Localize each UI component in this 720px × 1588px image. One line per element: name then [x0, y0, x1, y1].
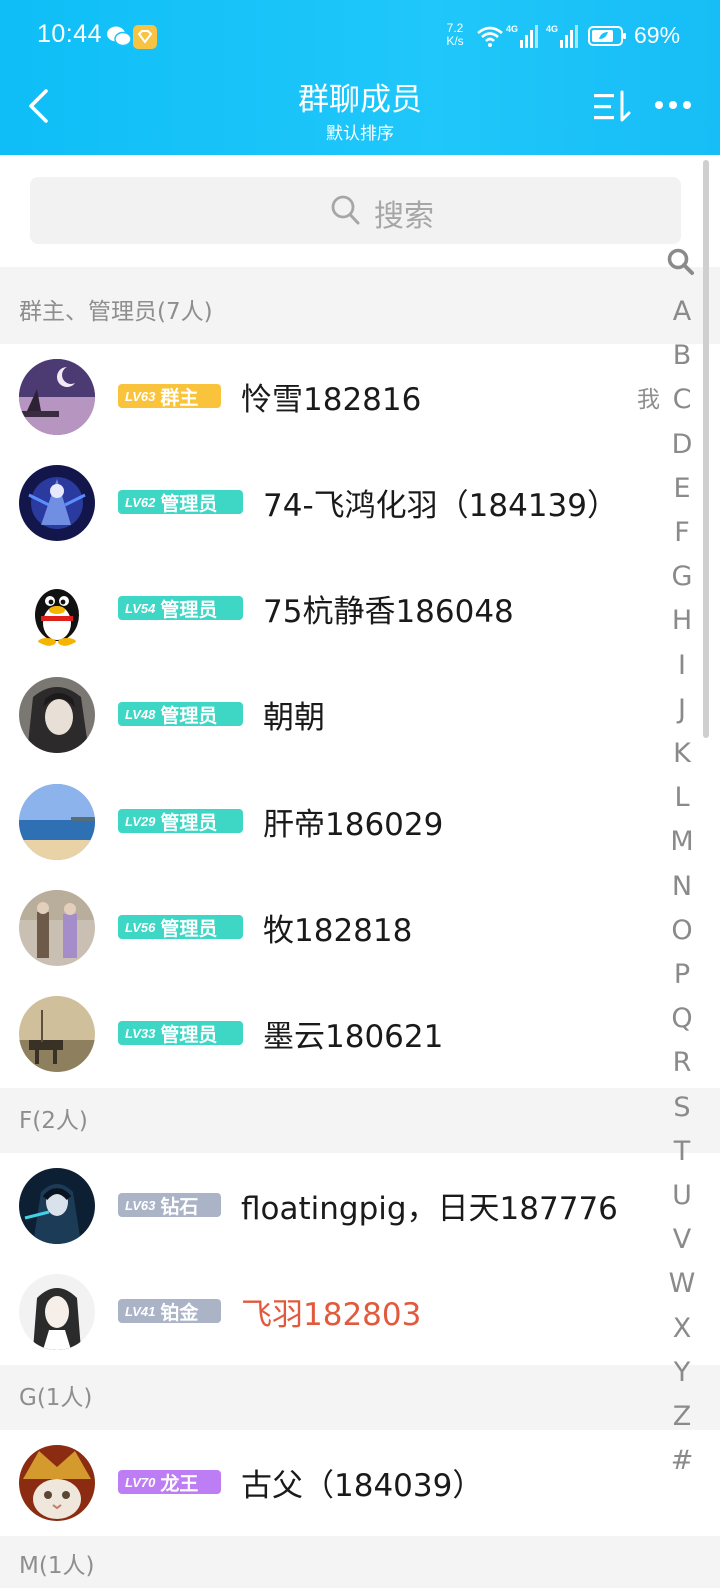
- index-letter[interactable]: Z: [660, 1401, 704, 1432]
- index-letter[interactable]: D: [660, 429, 704, 460]
- notification-app-icon: [133, 25, 157, 49]
- index-letter[interactable]: #: [660, 1445, 704, 1476]
- index-letter[interactable]: F: [660, 517, 704, 548]
- member-name: floatingpig，日天187776: [241, 1191, 618, 1227]
- member-name: 怜雪182816: [241, 382, 422, 418]
- search-icon: [331, 195, 360, 225]
- index-letter[interactable]: Q: [660, 1003, 704, 1034]
- search-input[interactable]: 搜索: [30, 177, 681, 244]
- battery-percentage: 69%: [634, 22, 681, 48]
- section-header-f: F(2人): [0, 1088, 720, 1153]
- member-row[interactable]: LV41 铂金 飞羽182803: [0, 1259, 700, 1365]
- avatar: [19, 571, 95, 647]
- level-badge: LV62 管理员: [118, 490, 243, 515]
- wifi-icon: [477, 26, 503, 47]
- cellular-signal-icon: 4G: [546, 24, 578, 48]
- sort-icon[interactable]: [592, 90, 636, 124]
- svg-text:4G: 4G: [546, 24, 558, 34]
- scrollbar[interactable]: [703, 160, 709, 738]
- search-area: 搜索: [0, 155, 700, 267]
- index-letter[interactable]: S: [660, 1092, 704, 1123]
- member-name: 75杭静香186048: [263, 594, 514, 630]
- avatar: [19, 996, 95, 1072]
- member-name: 飞羽182803: [241, 1297, 422, 1333]
- battery-icon: [588, 26, 626, 46]
- index-letter[interactable]: B: [660, 340, 704, 371]
- status-time: 10:44: [37, 20, 103, 48]
- index-letter[interactable]: A: [660, 296, 704, 327]
- level-badge: LV33 管理员: [118, 1021, 243, 1046]
- member-row[interactable]: LV70 龙王 古父（184039）: [0, 1430, 700, 1536]
- index-letter[interactable]: L: [660, 782, 704, 813]
- member-name: 牧182818: [263, 913, 413, 949]
- member-name: 墨云180621: [263, 1019, 444, 1055]
- index-letter[interactable]: O: [660, 915, 704, 946]
- cellular-signal-icon: 4G: [506, 24, 538, 48]
- index-letter[interactable]: U: [660, 1180, 704, 1211]
- member-row[interactable]: LV63 钻石 floatingpig，日天187776: [0, 1153, 700, 1259]
- index-search-icon[interactable]: [666, 247, 696, 277]
- index-letter[interactable]: H: [660, 605, 704, 636]
- avatar: [19, 784, 95, 860]
- avatar: [19, 359, 95, 435]
- avatar: [19, 677, 95, 753]
- member-row[interactable]: LV33 管理员 墨云180621: [0, 981, 700, 1087]
- page-title: 群聊成员: [298, 82, 422, 118]
- avatar: [19, 890, 95, 966]
- self-indicator: 我: [637, 387, 660, 413]
- back-arrow-icon[interactable]: [24, 88, 54, 124]
- index-letter[interactable]: K: [660, 738, 704, 769]
- level-badge: LV54 管理员: [118, 596, 243, 621]
- sort-mode-subtitle[interactable]: 默认排序: [200, 119, 520, 144]
- wechat-icon: [107, 26, 132, 47]
- search-placeholder: 搜索: [374, 199, 434, 234]
- index-letter[interactable]: W: [660, 1268, 704, 1299]
- index-letter[interactable]: R: [660, 1047, 704, 1078]
- section-header-g: G(1人): [0, 1365, 720, 1430]
- index-letter[interactable]: M: [660, 826, 704, 857]
- index-letter[interactable]: J: [660, 694, 704, 725]
- member-name: 肝帝186029: [263, 807, 444, 843]
- network-speed: 7.2 K/s: [446, 21, 464, 48]
- index-letter[interactable]: N: [660, 871, 704, 902]
- member-row[interactable]: LV54 管理员 75杭静香186048: [0, 556, 700, 662]
- section-header-admins: 群主、管理员(7人): [0, 267, 720, 344]
- member-name: 古父（184039）: [241, 1468, 484, 1504]
- level-badge: LV29 管理员: [118, 809, 243, 834]
- avatar: [19, 465, 95, 541]
- level-badge: LV48 管理员: [118, 702, 243, 727]
- top-app-bar: 10:44 7.2 K/s 4G 4G 69% 群聊成员 默认排序: [0, 0, 720, 155]
- member-row[interactable]: LV56 管理员 牧182818: [0, 875, 700, 981]
- index-letter[interactable]: V: [660, 1224, 704, 1255]
- member-name: 朝朝: [263, 700, 325, 736]
- level-badge: LV63 群主: [118, 384, 221, 409]
- level-badge: LV41 铂金: [118, 1299, 221, 1324]
- index-letter[interactable]: Y: [660, 1357, 704, 1388]
- avatar: [19, 1168, 95, 1244]
- more-options-icon[interactable]: [654, 98, 692, 112]
- index-letter[interactable]: E: [660, 473, 704, 504]
- member-row[interactable]: LV63 群主 怜雪182816 我: [0, 344, 700, 450]
- level-badge: LV70 龙王: [118, 1470, 221, 1495]
- index-letter[interactable]: P: [660, 959, 704, 990]
- member-row[interactable]: LV48 管理员 朝朝: [0, 662, 700, 768]
- index-letter[interactable]: X: [660, 1313, 704, 1344]
- avatar: [19, 1274, 95, 1350]
- member-row[interactable]: LV62 管理员 74-飞鸿化羽（184139）: [0, 450, 700, 556]
- level-badge: LV56 管理员: [118, 915, 243, 940]
- level-badge: LV63 钻石: [118, 1193, 221, 1218]
- svg-text:4G: 4G: [506, 24, 518, 34]
- member-name: 74-飞鸿化羽（184139）: [263, 488, 618, 524]
- index-letter[interactable]: T: [660, 1136, 704, 1167]
- index-letter[interactable]: C: [660, 384, 704, 415]
- avatar: [19, 1445, 95, 1521]
- section-header-m: M(1人): [0, 1536, 720, 1588]
- index-letter[interactable]: I: [660, 650, 704, 681]
- member-row[interactable]: LV29 管理员 肝帝186029: [0, 769, 700, 875]
- status-bar: 10:44 7.2 K/s 4G 4G 69%: [0, 0, 720, 76]
- index-letter[interactable]: G: [660, 561, 704, 592]
